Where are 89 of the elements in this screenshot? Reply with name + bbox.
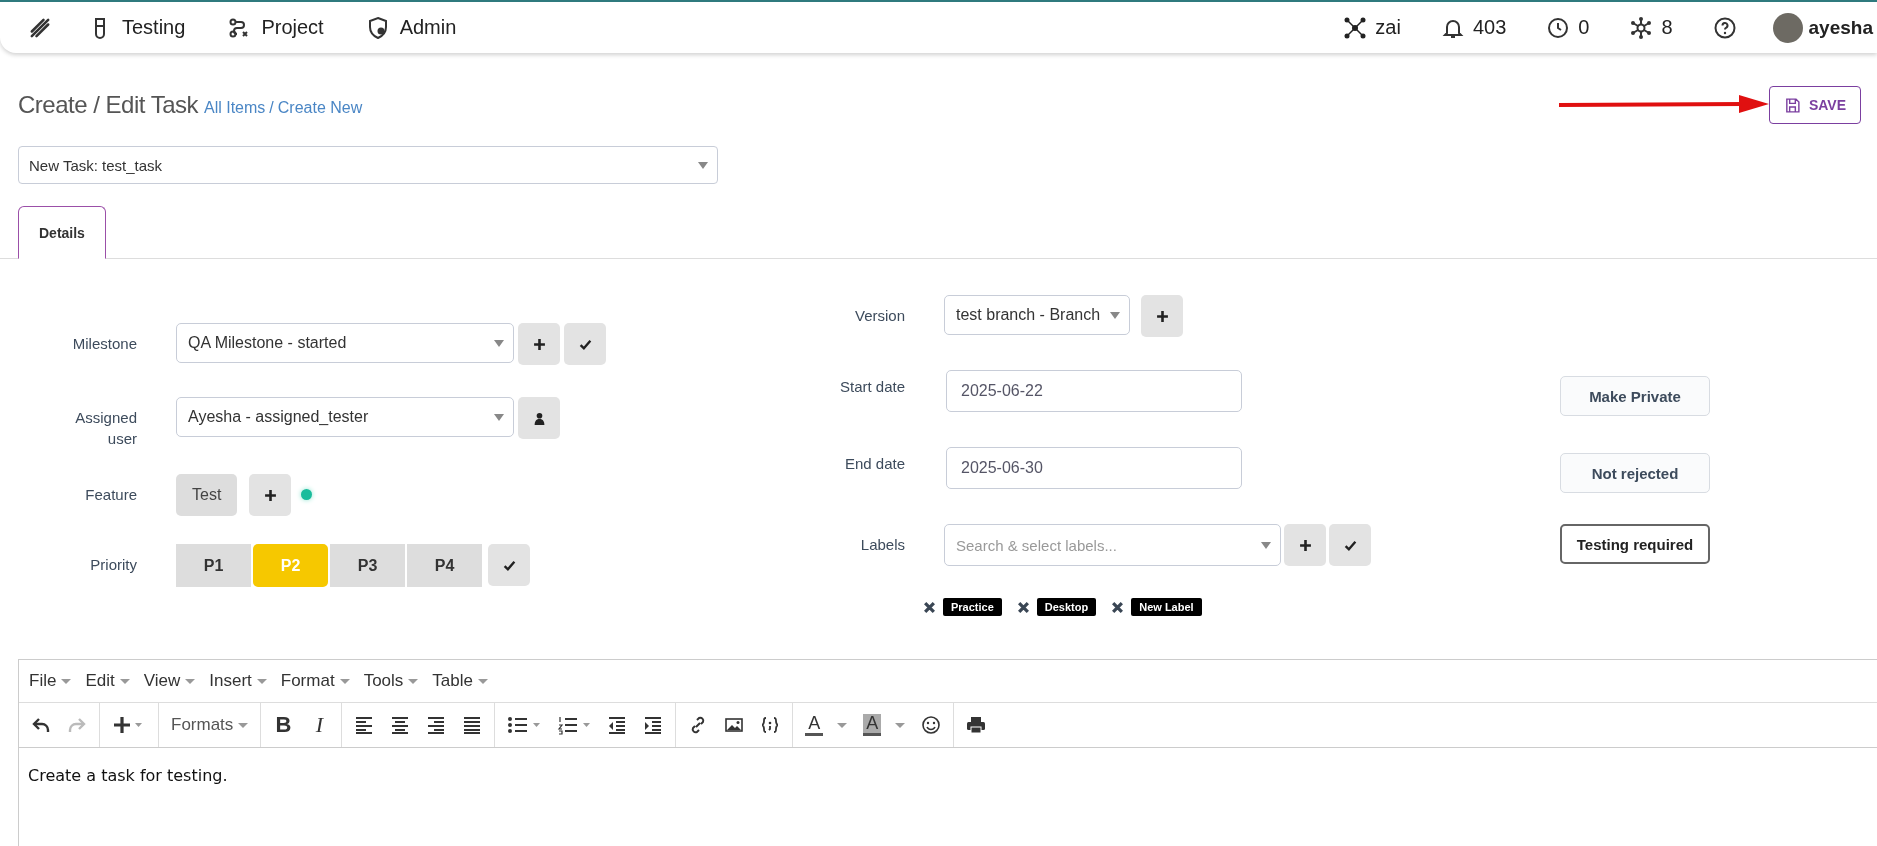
code-sample-icon[interactable] — [760, 715, 781, 735]
assign-user-button[interactable] — [518, 397, 560, 439]
ai-assistant-link[interactable]: zai — [1343, 15, 1401, 40]
network-nodes-icon — [1343, 15, 1368, 40]
field-label: Version — [853, 306, 905, 326]
integrations-link[interactable]: 8 — [1629, 15, 1673, 40]
field-label: End date — [843, 454, 905, 474]
formats-dropdown[interactable]: Formats — [171, 715, 249, 735]
add-button[interactable] — [1284, 524, 1326, 566]
menu-item[interactable]: View — [143, 671, 196, 691]
time-tracking-link[interactable]: 0 — [1546, 15, 1590, 40]
menu-item[interactable]: Tools — [363, 671, 419, 691]
breadcrumb-separator: / — [269, 98, 274, 117]
label-tag: Desktop — [1036, 598, 1097, 616]
notifications-link[interactable]: 403 — [1440, 15, 1507, 40]
remove-icon[interactable] — [1016, 600, 1030, 614]
toggle-button[interactable]: Not rejected — [1560, 453, 1710, 493]
field-label: Feature — [84, 485, 137, 505]
page-title: Create / Edit Task — [18, 91, 198, 119]
text-color-button[interactable]: A — [805, 714, 848, 736]
undo-icon[interactable] — [31, 715, 51, 735]
breadcrumb-link[interactable]: Create New — [277, 98, 363, 117]
editor-text[interactable]: Create a task for testing. — [19, 748, 1877, 803]
confirm-button[interactable] — [488, 544, 530, 586]
label-tag: Practice — [943, 598, 1002, 616]
priority-option[interactable]: P3 — [330, 544, 405, 587]
save-button[interactable]: SAVE — [1768, 86, 1861, 124]
menu-item[interactable]: File — [29, 671, 72, 691]
plus-icon — [263, 488, 277, 502]
menu-item[interactable]: Table — [432, 671, 488, 691]
field-label: Labels — [859, 535, 905, 555]
dropdown-field[interactable]: QA Milestone - started — [176, 323, 514, 363]
confirm-button[interactable] — [564, 323, 606, 365]
align-center-icon[interactable] — [390, 715, 411, 735]
priority-option[interactable]: P4 — [407, 544, 482, 587]
field-label: Milestone — [71, 334, 137, 354]
nav-link[interactable]: Admin — [365, 15, 457, 40]
date-field[interactable]: 2025-06-22 — [946, 370, 1242, 412]
clock-icon — [1546, 15, 1571, 40]
remove-icon[interactable] — [923, 600, 936, 614]
priority-option[interactable]: P1 — [176, 544, 251, 587]
check-icon — [578, 337, 592, 351]
bullet-list-icon[interactable] — [507, 715, 542, 735]
toggle-button[interactable]: Make Private — [1560, 376, 1710, 416]
dropdown-field[interactable]: Ayesha - assigned_tester — [176, 397, 514, 437]
confirm-button[interactable] — [1329, 524, 1371, 566]
user-name[interactable]: ayesha — [1808, 16, 1873, 39]
check-icon — [1343, 538, 1357, 552]
add-button[interactable] — [1141, 295, 1183, 337]
remove-icon[interactable] — [1111, 600, 1125, 614]
version-select[interactable]: test branch - Branch — [944, 295, 1130, 335]
person-icon — [532, 411, 546, 425]
check-icon — [502, 558, 516, 572]
justify-icon[interactable] — [462, 715, 483, 735]
menu-item[interactable]: Edit — [85, 671, 130, 691]
field-label: Start date — [838, 377, 905, 397]
label-tag: New Label — [1131, 598, 1202, 616]
image-icon[interactable] — [724, 715, 745, 735]
add-button[interactable] — [249, 474, 292, 516]
align-left-icon[interactable] — [354, 715, 375, 735]
indent-icon[interactable] — [643, 715, 664, 735]
field-label: Assigned user — [74, 408, 137, 449]
hub-icon — [1629, 15, 1654, 40]
status-dot — [301, 489, 313, 500]
background-color-button[interactable]: A — [863, 714, 906, 736]
details-tab[interactable]: Details — [18, 206, 106, 259]
field-label: Priority — [89, 555, 137, 575]
help-icon[interactable] — [1712, 15, 1737, 40]
numbered-list-icon[interactable] — [557, 715, 592, 735]
plus-icon — [1155, 309, 1169, 323]
align-right-icon[interactable] — [426, 715, 447, 735]
menu-item[interactable]: Format — [280, 671, 350, 691]
plus-icon — [532, 337, 546, 351]
user-avatar[interactable] — [1772, 12, 1803, 43]
add-button[interactable] — [518, 323, 560, 365]
toggle-button[interactable]: Testing required — [1560, 524, 1710, 564]
menu-item[interactable]: Insert — [209, 671, 267, 691]
task-select[interactable]: New Task: test_task — [18, 146, 718, 184]
plus-icon — [1298, 538, 1312, 552]
emoji-icon[interactable] — [921, 715, 942, 735]
italic-button[interactable]: I — [309, 712, 330, 738]
breadcrumb-link[interactable]: All Items — [204, 98, 266, 117]
outdent-icon[interactable] — [607, 715, 628, 735]
nav-link[interactable]: Testing — [88, 15, 186, 40]
date-field[interactable]: 2025-06-30 — [946, 447, 1242, 489]
nav-link[interactable]: Project — [227, 15, 324, 40]
print-icon[interactable] — [966, 715, 987, 735]
feature-tag[interactable]: Test — [176, 474, 238, 516]
bold-button[interactable]: B — [273, 712, 294, 738]
